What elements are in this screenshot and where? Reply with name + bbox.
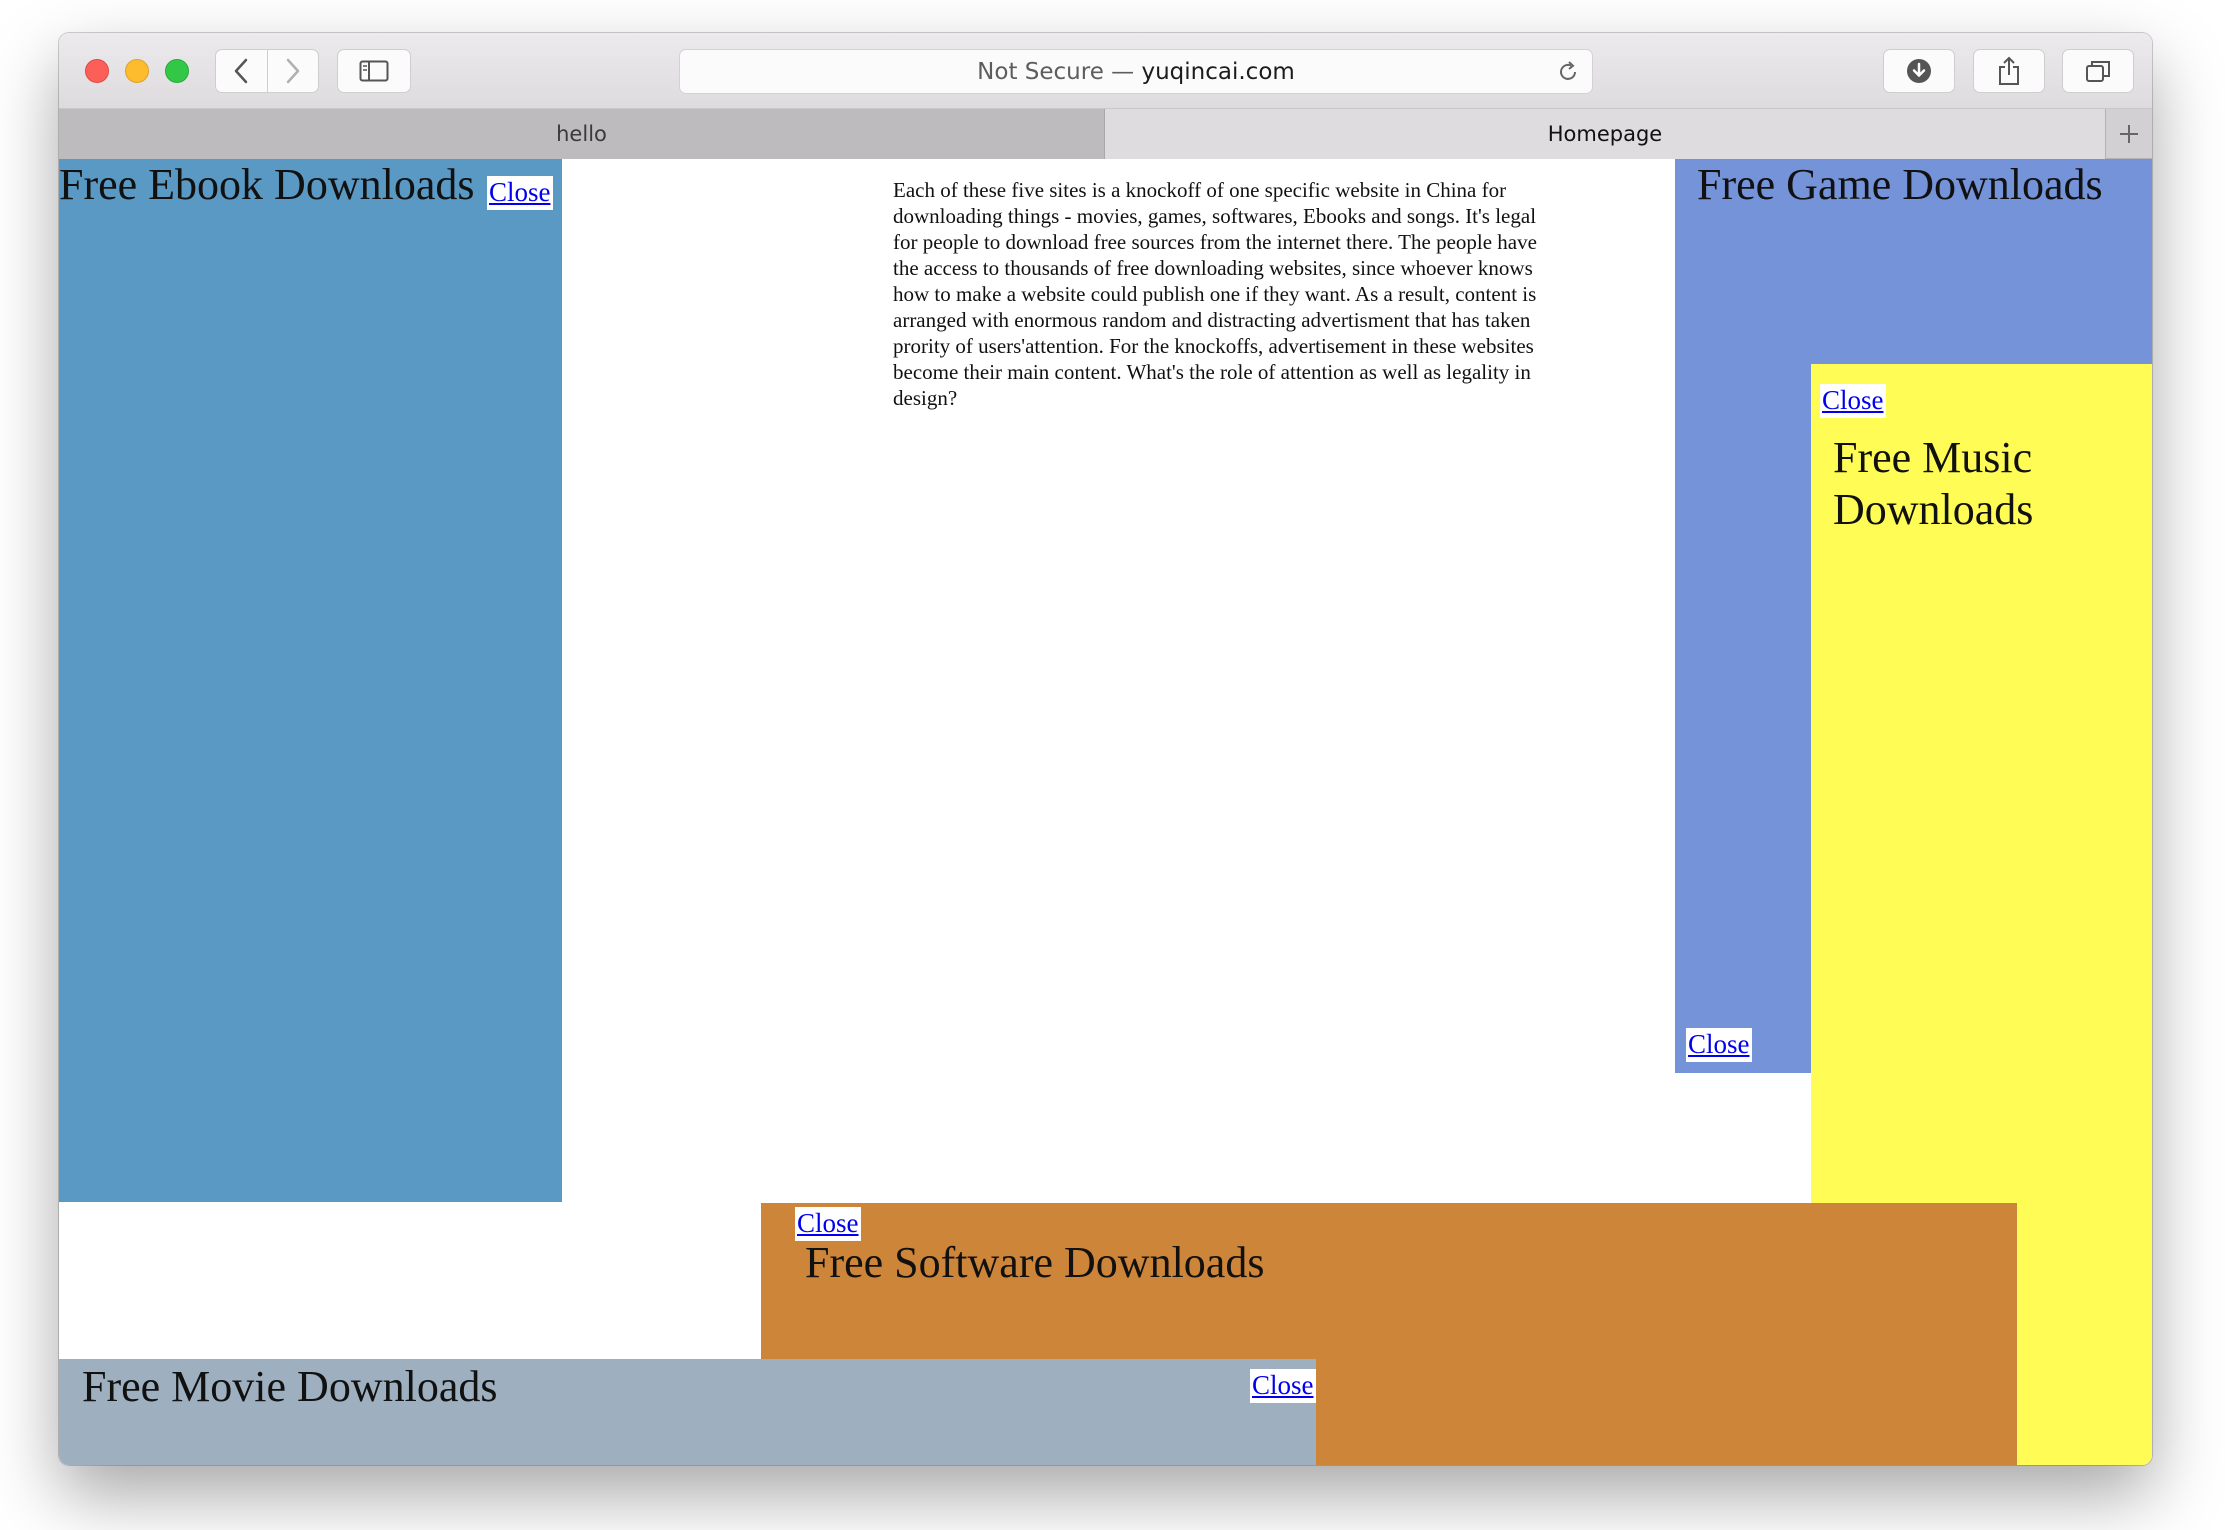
plus-icon: [2120, 125, 2138, 143]
download-icon: [1907, 59, 1931, 83]
downloads-button[interactable]: [1883, 49, 1955, 93]
tab-bar: hello Homepage: [59, 109, 2152, 159]
music-panel-title: Free Music Downloads: [1833, 433, 2034, 534]
new-tab-button[interactable]: [2105, 109, 2152, 159]
sidebar-icon: [359, 60, 389, 82]
ebook-panel-title: Free Ebook Downloads: [59, 160, 475, 209]
page-content: Each of these five sites is a knockoff o…: [59, 159, 2152, 1465]
address-bar[interactable]: Not Secure — yuqincai.com: [679, 49, 1593, 94]
window-close-button[interactable]: [85, 59, 109, 83]
window-minimize-button[interactable]: [125, 59, 149, 83]
window-maximize-button[interactable]: [165, 59, 189, 83]
chevron-right-icon: [286, 58, 299, 84]
security-status: Not Secure —: [977, 58, 1135, 85]
tab-hello[interactable]: hello: [59, 109, 1105, 159]
browser-toolbar: Not Secure — yuqincai.com: [59, 33, 2152, 109]
music-close-link[interactable]: Close: [1820, 384, 1886, 418]
navigation-buttons: [215, 49, 319, 93]
movie-ad-panel[interactable]: Free Movie Downloads Close: [59, 1359, 1316, 1465]
sidebar-button[interactable]: [337, 49, 411, 93]
software-close-link[interactable]: Close: [795, 1207, 861, 1241]
tab-label: Homepage: [1547, 122, 1663, 146]
intro-paragraph: Each of these five sites is a knockoff o…: [893, 178, 1537, 410]
ebook-ad-panel[interactable]: Free Ebook Downloads Close: [59, 159, 562, 1202]
tab-overview-button[interactable]: [2062, 49, 2134, 93]
game-close-link[interactable]: Close: [1686, 1028, 1752, 1062]
forward-button[interactable]: [267, 49, 318, 93]
software-panel-title: Free Software Downloads: [805, 1238, 1265, 1287]
ebook-close-link[interactable]: Close: [487, 176, 553, 210]
back-button[interactable]: [216, 49, 267, 93]
tabs-overview-icon: [2086, 61, 2110, 82]
tab-homepage[interactable]: Homepage: [1105, 109, 2105, 159]
share-button[interactable]: [1973, 49, 2045, 93]
chevron-left-icon: [235, 58, 248, 84]
address-domain: yuqincai.com: [1141, 58, 1295, 85]
movie-panel-title: Free Movie Downloads: [82, 1362, 498, 1411]
movie-close-link[interactable]: Close: [1250, 1369, 1316, 1403]
reload-icon[interactable]: [1556, 60, 1580, 84]
share-icon: [1999, 56, 2019, 85]
browser-window: Not Secure — yuqincai.com hello Homepage…: [59, 33, 2152, 1465]
tab-label: hello: [556, 122, 607, 146]
game-panel-title: Free Game Downloads: [1697, 160, 2103, 209]
